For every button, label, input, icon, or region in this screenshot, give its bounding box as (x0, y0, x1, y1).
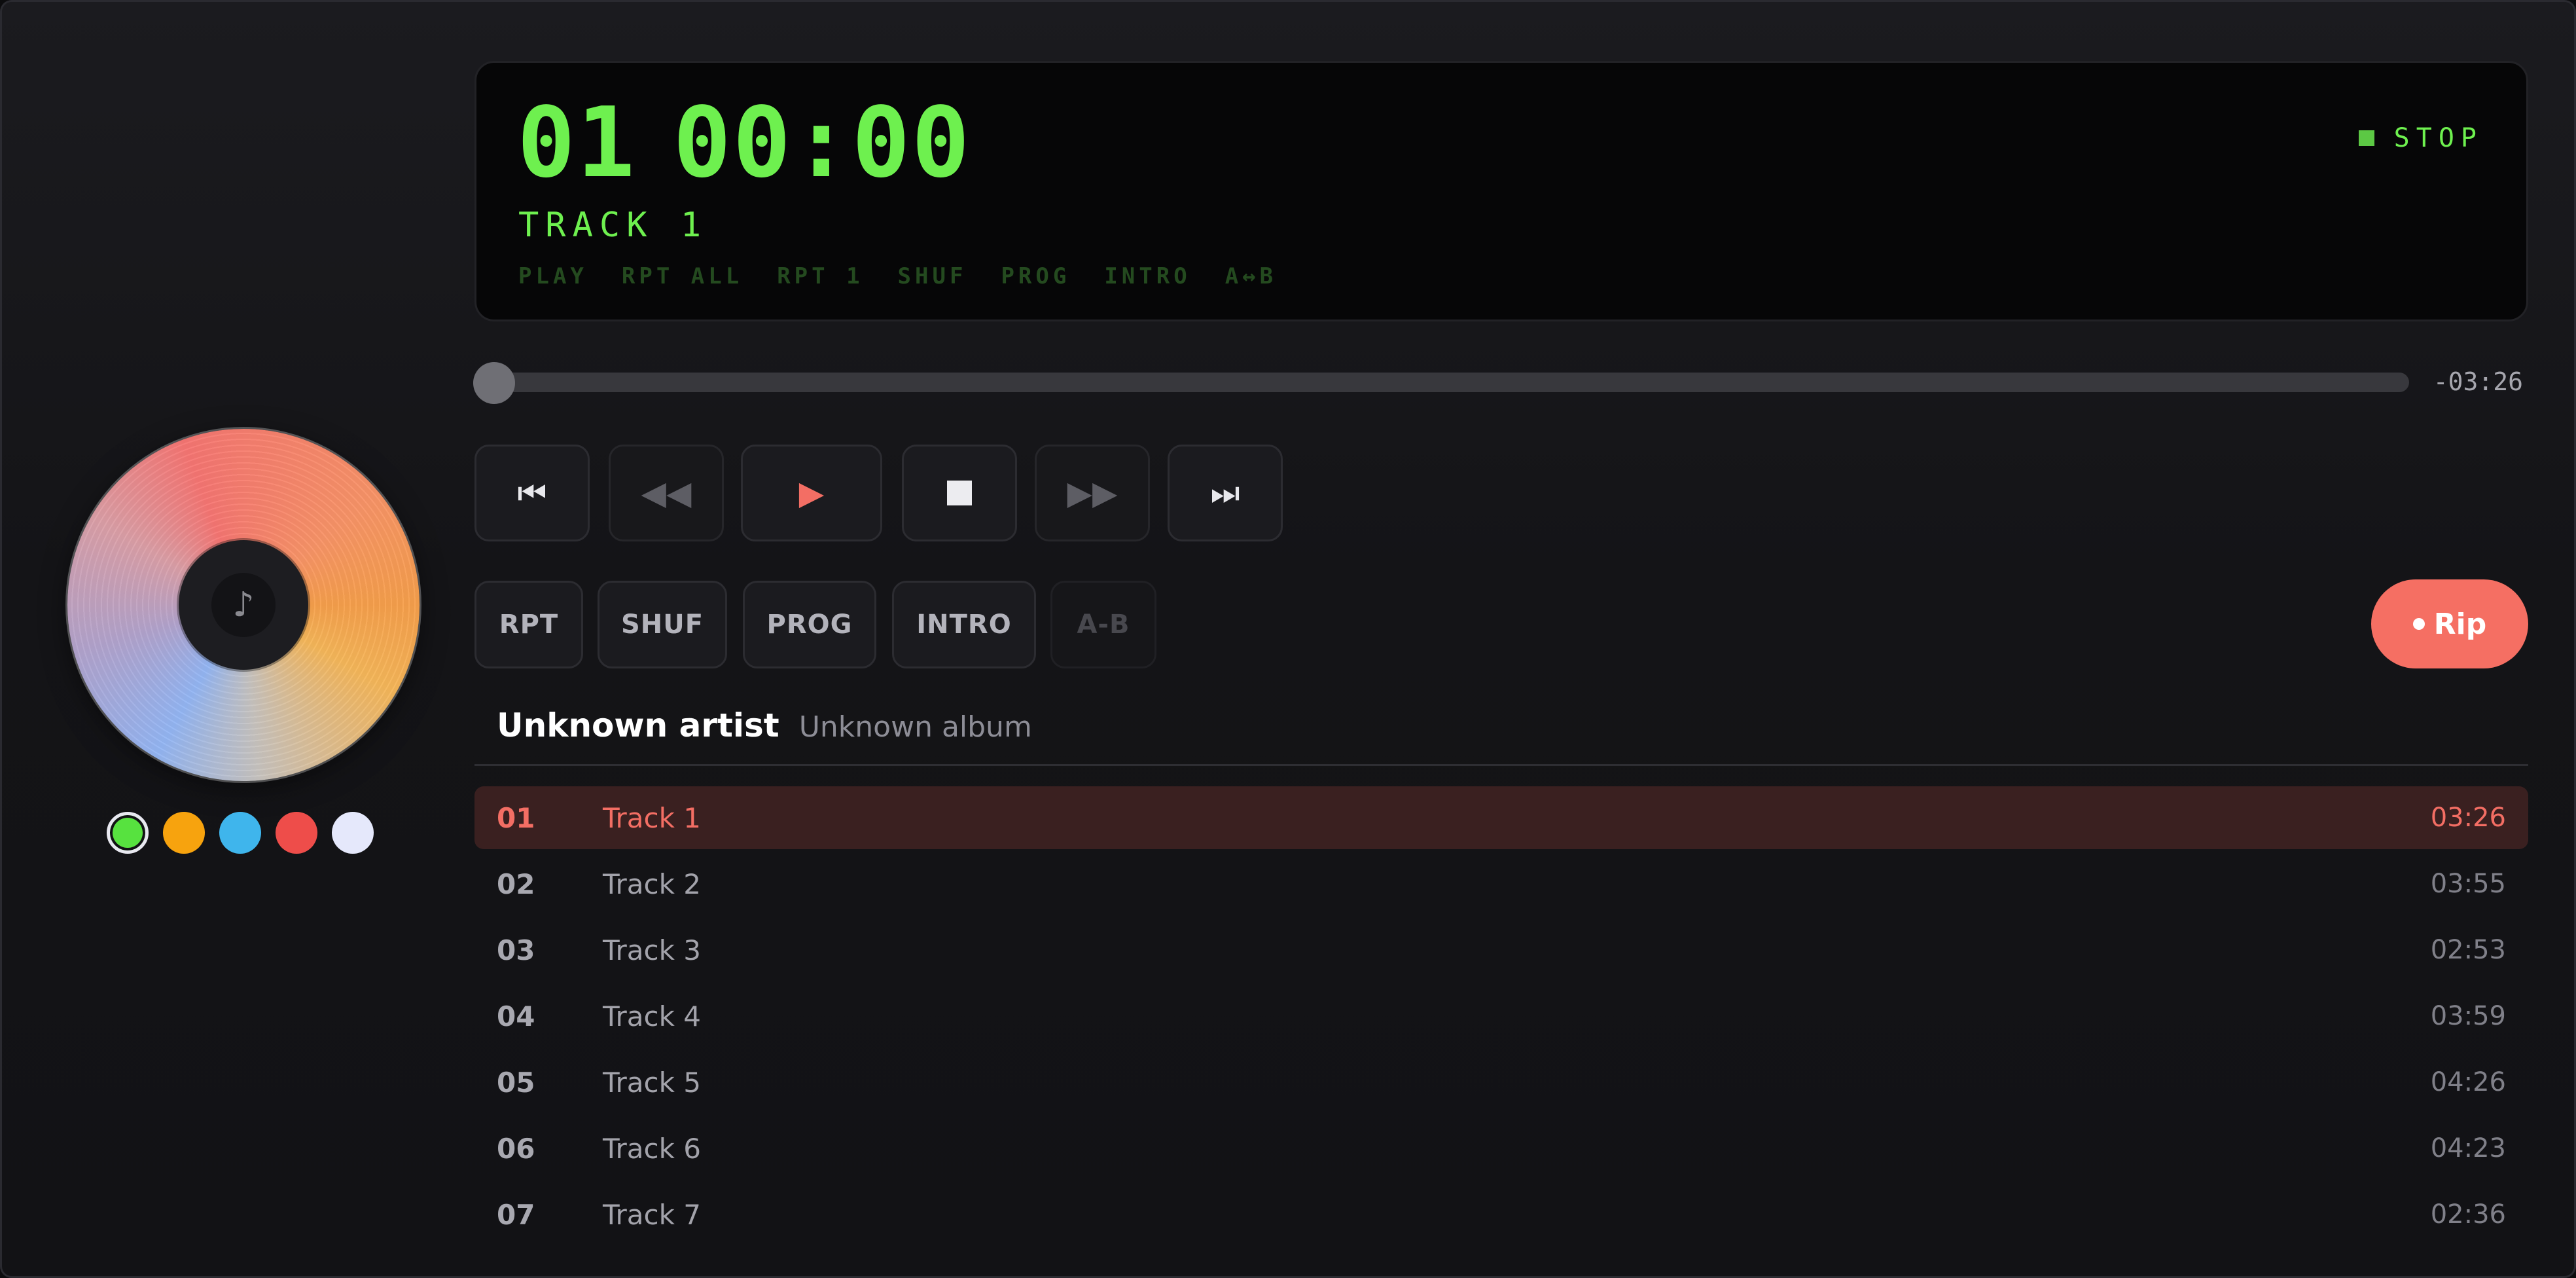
swatch-red[interactable] (276, 812, 317, 854)
track-duration: 02:36 (2430, 1199, 2506, 1230)
stop-icon (947, 481, 972, 505)
disc-hub: ♪ (179, 540, 308, 670)
track-title: Track 3 (603, 934, 701, 966)
track-row[interactable]: 05 Track 5 04:26 (474, 1051, 2528, 1114)
track-title: Track 4 (603, 1000, 701, 1032)
seek-bar[interactable] (474, 373, 2409, 392)
track-title: Track 5 (603, 1066, 701, 1099)
album-header: Unknown artist Unknown album (497, 706, 1032, 752)
cd-player-window: ♪ 01 00:00 TRACK 1 PLAY RPT ALL RPT 1 SHU… (0, 0, 2576, 1278)
color-swatches (107, 810, 374, 856)
shuffle-button[interactable]: SHUF (598, 581, 727, 668)
music-note-icon: ♪ (211, 573, 276, 637)
intro-button[interactable]: INTRO (892, 581, 1036, 668)
swatch-white[interactable] (332, 812, 374, 854)
lcd-status-text: STOP (2393, 123, 2483, 153)
repeat-button[interactable]: RPT (474, 581, 583, 668)
track-duration: 04:23 (2430, 1133, 2506, 1163)
album-title: Unknown album (798, 710, 1032, 744)
track-duration: 04:26 (2430, 1067, 2506, 1097)
track-row[interactable]: 03 Track 3 02:53 (474, 919, 2528, 981)
lcd-flag: PLAY (518, 263, 588, 289)
seek-handle[interactable] (473, 362, 515, 404)
track-number: 03 (497, 934, 535, 966)
track-row[interactable]: 06 Track 6 04:23 (474, 1117, 2528, 1180)
track-number: 07 (497, 1198, 535, 1231)
track-duration: 03:26 (2430, 803, 2506, 833)
previous-track-button[interactable]: ⏮ (474, 445, 590, 541)
rewind-icon: ◀◀ (641, 474, 692, 512)
track-number: 01 (497, 801, 535, 834)
track-title: Track 6 (603, 1132, 701, 1165)
track-duration: 03:59 (2430, 1001, 2506, 1031)
cd-disc: ♪ (67, 429, 420, 781)
track-title: Track 2 (603, 867, 701, 900)
record-dot-icon (2412, 618, 2425, 630)
swatch-orange[interactable] (163, 812, 205, 854)
track-title: Track 7 (603, 1198, 701, 1231)
play-button[interactable]: ▶ (741, 445, 882, 541)
skip-forward-icon: ⏭ (1210, 473, 1240, 512)
program-button[interactable]: PROG (743, 581, 876, 668)
track-number: 05 (497, 1066, 535, 1099)
lcd-readout: 01 00:00 (517, 94, 971, 191)
stop-status-icon (2358, 130, 2374, 146)
skip-back-icon: ⏮ (517, 473, 547, 512)
lcd-flag: PROG (1001, 263, 1071, 289)
track-row[interactable]: 04 Track 4 03:59 (474, 985, 2528, 1048)
lcd-track-number: 01 (517, 86, 637, 199)
fast-forward-button[interactable]: ▶▶ (1035, 445, 1150, 541)
track-row[interactable]: 01 Track 1 03:26 (474, 786, 2528, 849)
next-track-button[interactable]: ⏭ (1168, 445, 1283, 541)
track-number: 06 (497, 1132, 535, 1165)
track-duration: 03:55 (2430, 869, 2506, 899)
swatch-cyan[interactable] (219, 812, 261, 854)
lcd-flag: A↔B (1225, 263, 1278, 289)
lcd-mode-flags: PLAY RPT ALL RPT 1 SHUF PROG INTRO A↔B (518, 263, 1277, 289)
lcd-track-label: TRACK 1 (518, 206, 708, 245)
track-number: 02 (497, 867, 535, 900)
lcd-display: 01 00:00 TRACK 1 PLAY RPT ALL RPT 1 SHUF … (474, 61, 2528, 321)
lcd-flag: SHUF (897, 263, 967, 289)
fast-forward-icon: ▶▶ (1067, 474, 1118, 512)
divider (474, 764, 2528, 766)
track-title: Track 1 (603, 801, 701, 834)
remaining-time: -03:26 (2433, 367, 2523, 396)
play-icon: ▶ (798, 474, 825, 512)
stop-button[interactable] (902, 445, 1017, 541)
rip-label: Rip (2433, 607, 2487, 641)
lcd-flag: INTRO (1104, 263, 1191, 289)
track-number: 04 (497, 1000, 535, 1032)
lcd-flag: RPT ALL (621, 263, 743, 289)
lcd-status: STOP (2358, 123, 2483, 153)
lcd-time: 00:00 (673, 86, 971, 199)
track-row[interactable]: 07 Track 7 02:36 (474, 1183, 2528, 1246)
track-duration: 02:53 (2430, 935, 2506, 965)
rewind-button[interactable]: ◀◀ (609, 445, 724, 541)
artist-name: Unknown artist (497, 706, 779, 744)
rip-button[interactable]: Rip (2371, 579, 2528, 668)
track-row[interactable]: 02 Track 2 03:55 (474, 852, 2528, 915)
lcd-flag: RPT 1 (777, 263, 864, 289)
ab-repeat-button[interactable]: A-B (1050, 581, 1156, 668)
swatch-green[interactable] (107, 812, 149, 854)
track-list: 01 Track 1 03:26 02 Track 2 03:55 03 Tra… (474, 786, 2528, 1249)
